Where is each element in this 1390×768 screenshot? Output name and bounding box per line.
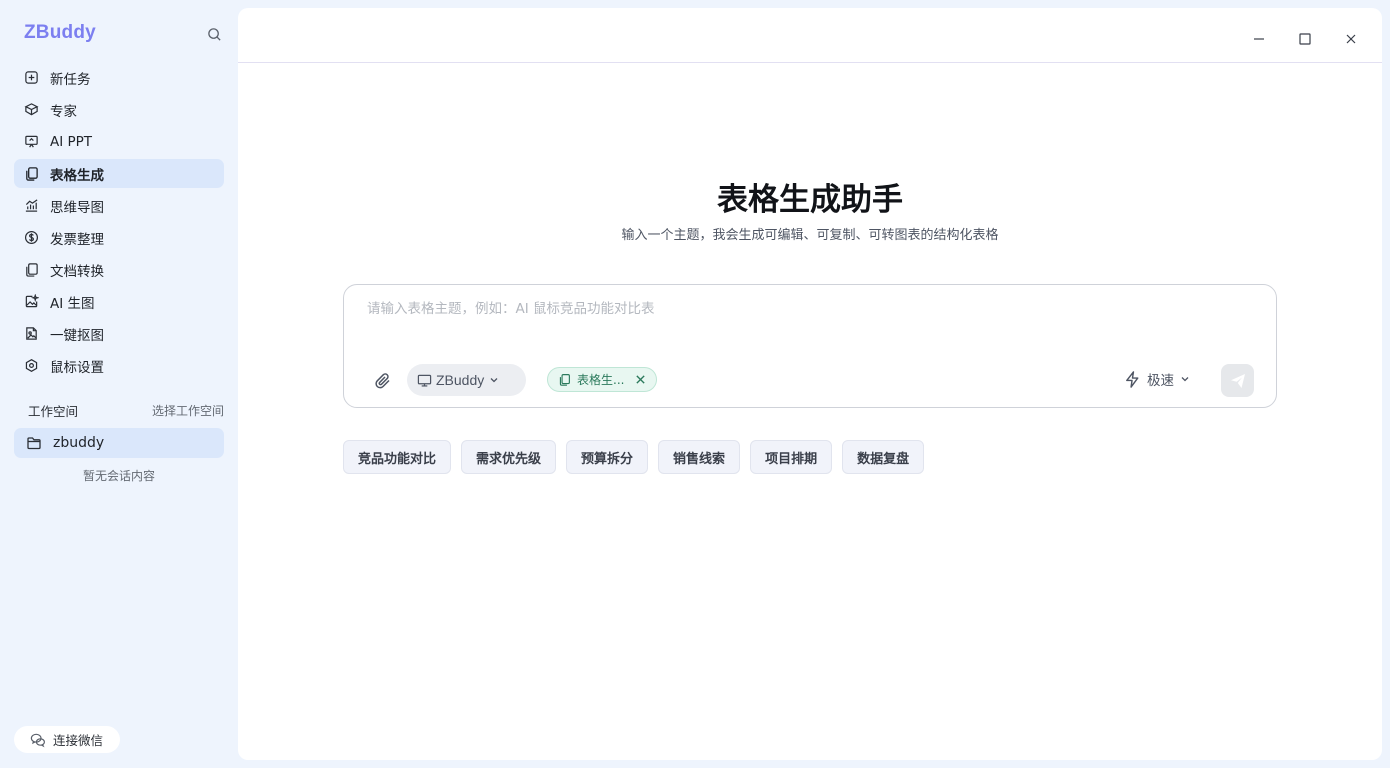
suggestion-chip[interactable]: 项目排期 xyxy=(750,440,833,474)
attach-button[interactable] xyxy=(373,371,393,391)
workspace-title: 工作空间 xyxy=(28,404,79,419)
lightning-icon xyxy=(1126,370,1139,388)
close-icon[interactable] xyxy=(635,374,646,385)
maximize-button[interactable] xyxy=(1296,30,1314,48)
speed-label: 极速 xyxy=(1147,373,1174,389)
minimize-icon xyxy=(1254,38,1264,40)
chart-icon xyxy=(23,198,39,214)
suggestion-chip[interactable]: 竞品功能对比 xyxy=(343,440,452,474)
sidebar-item-label: 发票整理 xyxy=(50,231,104,248)
image-sparkle-icon xyxy=(23,294,39,310)
sidebar-item-new-task[interactable]: 新任务 xyxy=(14,63,224,92)
minimize-button[interactable] xyxy=(1250,30,1268,48)
send-icon xyxy=(1230,373,1245,388)
folder-icon xyxy=(27,437,41,450)
send-button[interactable] xyxy=(1221,364,1254,397)
sidebar-item-label: 鼠标设置 xyxy=(50,359,104,376)
topic-input[interactable] xyxy=(367,297,1247,321)
workspace-item[interactable]: zbuddy xyxy=(14,428,224,458)
workspace-header: 工作空间 选择工作空间 xyxy=(28,401,224,420)
sidebar-item-ai-ppt[interactable]: AI PPT xyxy=(14,127,224,156)
sidebar-item-cutout[interactable]: 一键抠图 xyxy=(14,319,224,348)
sidebar-nav: 新任务 专家 AI PPT 表格生成 思维导图 发票整理 文档转换 AI 生图 … xyxy=(14,63,224,383)
plus-square-icon xyxy=(23,70,39,86)
sidebar-item-label: 文档转换 xyxy=(50,263,104,280)
sidebar-item-doc-convert[interactable]: 文档转换 xyxy=(14,255,224,284)
tool-chip-label: 表格生... xyxy=(577,373,625,387)
sidebar-item-label: 新任务 xyxy=(50,71,91,88)
workspace-name: zbuddy xyxy=(53,435,105,451)
paperclip-icon xyxy=(375,373,390,389)
cube-icon xyxy=(23,102,39,118)
dollar-circle-icon xyxy=(23,230,39,246)
suggestion-chip[interactable]: 预算拆分 xyxy=(566,440,649,474)
model-label: ZBuddy xyxy=(436,372,485,388)
wechat-icon xyxy=(30,733,45,747)
presentation-icon xyxy=(23,134,39,150)
chevron-down-icon xyxy=(1181,377,1189,382)
monitor-icon xyxy=(417,374,432,387)
wechat-label: 连接微信 xyxy=(53,733,104,748)
sidebar-item-label: AI 生图 xyxy=(50,295,95,312)
suggestion-chip[interactable]: 销售线索 xyxy=(658,440,741,474)
maximize-icon xyxy=(1299,33,1311,45)
sidebar-item-label: 表格生成 xyxy=(50,167,104,184)
sidebar-item-mouse-settings[interactable]: 鼠标设置 xyxy=(14,351,224,380)
composer: ZBuddy 表格生... 极速 xyxy=(343,284,1277,408)
sidebar-item-invoice[interactable]: 发票整理 xyxy=(14,223,224,252)
suggestion-chip[interactable]: 需求优先级 xyxy=(461,440,557,474)
copy-doc-icon xyxy=(559,374,570,386)
sidebar-item-label: AI PPT xyxy=(50,133,93,150)
copy-doc-icon xyxy=(23,166,39,182)
sidebar-item-table-gen[interactable]: 表格生成 xyxy=(14,159,224,188)
main-panel: 表格生成助手 输入一个主题，我会生成可编辑、可复制、可转图表的结构化表格 ZBu… xyxy=(238,8,1382,760)
sidebar: ZBuddy 新任务 专家 AI PPT 表格生成 思维导图 发票整理 文档转换… xyxy=(0,0,238,768)
page-subtitle: 输入一个主题，我会生成可编辑、可复制、可转图表的结构化表格 xyxy=(621,228,999,243)
select-workspace-link[interactable]: 选择工作空间 xyxy=(152,402,224,419)
title-bar xyxy=(238,8,1382,63)
image-file-icon xyxy=(23,326,39,342)
connect-wechat-button[interactable]: 连接微信 xyxy=(14,726,120,753)
speed-selector[interactable]: 极速 xyxy=(1123,369,1190,389)
brand-logo: ZBuddy xyxy=(24,22,96,43)
chevron-down-icon xyxy=(490,378,498,383)
close-icon xyxy=(1346,34,1356,44)
empty-session-text: 暂无会话内容 xyxy=(82,469,155,483)
sidebar-item-mindmap[interactable]: 思维导图 xyxy=(14,191,224,220)
page-title: 表格生成助手 xyxy=(717,182,903,218)
tool-chip-table[interactable]: 表格生... xyxy=(547,367,657,392)
sidebar-item-label: 一键抠图 xyxy=(50,327,104,344)
search-icon[interactable] xyxy=(207,27,222,42)
suggestion-list: 竞品功能对比 需求优先级 预算拆分 销售线索 项目排期 数据复盘 xyxy=(343,440,934,474)
sidebar-item-label: 思维导图 xyxy=(50,199,104,216)
doc-convert-icon xyxy=(23,262,39,278)
suggestion-chip[interactable]: 数据复盘 xyxy=(842,440,925,474)
sidebar-item-experts[interactable]: 专家 xyxy=(14,95,224,124)
sidebar-item-ai-image[interactable]: AI 生图 xyxy=(14,287,224,316)
close-button[interactable] xyxy=(1342,30,1360,48)
sidebar-item-label: 专家 xyxy=(50,103,77,120)
model-selector[interactable]: ZBuddy xyxy=(407,364,526,396)
hexagon-settings-icon xyxy=(23,358,39,374)
